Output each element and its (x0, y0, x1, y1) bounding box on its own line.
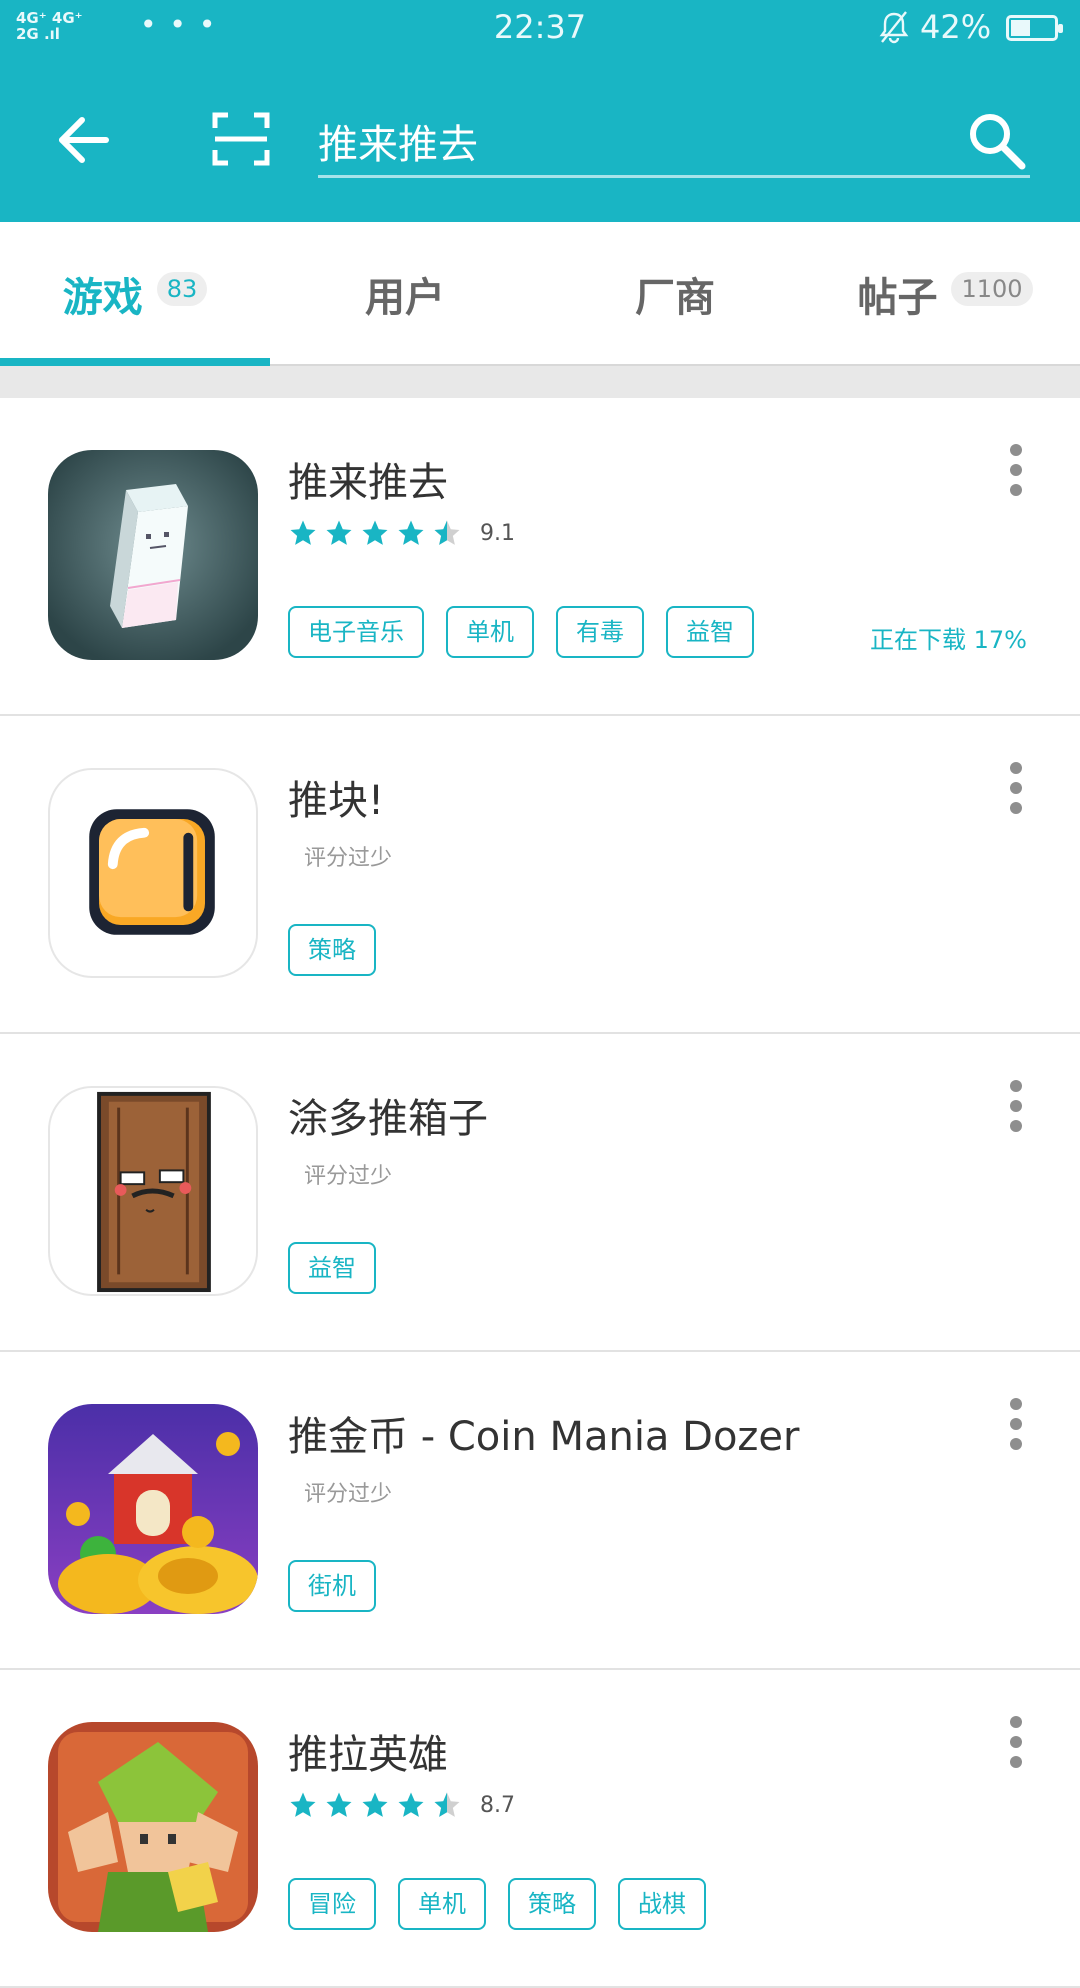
tag-list: 策略 (288, 924, 398, 976)
list-item[interactable]: 推拉英雄 8.7 冒险 单机 策略 战棋 (0, 1670, 1080, 1988)
clock: 22:37 (493, 8, 587, 46)
more-options-icon[interactable] (1004, 444, 1028, 500)
app-name: 推拉英雄 (288, 1732, 448, 1778)
app-icon (48, 768, 258, 978)
download-status[interactable]: 正在下载 17% (870, 620, 1027, 655)
tab-count-badge: 1100 (951, 272, 1033, 306)
tag-list: 益智 (288, 1242, 398, 1294)
tag-list: 街机 (288, 1560, 398, 1612)
tag-list: 电子音乐 单机 有毒 益智 (288, 606, 776, 658)
tag-chip[interactable]: 益智 (288, 1242, 376, 1294)
star-icon (326, 1792, 352, 1817)
tab-games[interactable]: 游戏 83 (0, 222, 270, 366)
tag-chip[interactable]: 策略 (288, 924, 376, 976)
list-item[interactable]: 推金币 - Coin Mania Dozer 评分过少 街机 (0, 1352, 1080, 1670)
star-icon (362, 520, 388, 545)
tag-chip[interactable]: 电子音乐 (288, 606, 424, 658)
more-options-icon[interactable] (1004, 1398, 1028, 1454)
tab-users[interactable]: 用户 (270, 222, 540, 366)
tab-label: 用户 (365, 275, 445, 321)
search-toolbar (0, 56, 1080, 222)
tab-label: 厂商 (635, 275, 715, 321)
status-bar: 4G⁺ 4G⁺ 2G .ıl • • • 22:37 42% (0, 0, 1080, 56)
battery-percent: 42% (920, 8, 992, 46)
tag-chip[interactable]: 策略 (508, 1878, 596, 1930)
star-icon (326, 520, 352, 545)
scan-icon[interactable] (212, 110, 270, 168)
star-icon (398, 520, 424, 545)
app-icon (48, 1404, 258, 1614)
tag-chip[interactable]: 冒险 (288, 1878, 376, 1930)
tag-chip[interactable]: 单机 (446, 606, 534, 658)
rating-insufficient: 评分过少 (304, 846, 393, 871)
app-name: 涂多推箱子 (288, 1096, 488, 1142)
section-divider (0, 366, 1080, 398)
tab-posts[interactable]: 帖子 1100 (810, 222, 1080, 366)
tag-chip[interactable]: 街机 (288, 1560, 376, 1612)
back-arrow-icon[interactable] (52, 108, 116, 172)
app-icon (48, 1086, 258, 1296)
more-options-icon[interactable] (1004, 762, 1028, 818)
search-input[interactable] (318, 106, 1030, 178)
tag-chip[interactable]: 有毒 (556, 606, 644, 658)
app-icon (48, 450, 258, 660)
battery-icon (1006, 15, 1063, 41)
tag-chip[interactable]: 单机 (398, 1878, 486, 1930)
rating-score: 8.7 (480, 1792, 515, 1818)
tab-indicator (0, 358, 270, 366)
tab-label: 帖子 (857, 275, 938, 321)
star-icon (362, 1792, 388, 1817)
game-result-list: 推来推去 9.1 电子音乐 单机 有毒 益智 正在下载 17% 推块! 评分过少… (0, 398, 1080, 1988)
more-options-icon[interactable] (1004, 1716, 1028, 1772)
star-rating: 8.7 (288, 1790, 515, 1820)
star-icon (398, 1792, 424, 1817)
tag-list: 冒险 单机 策略 战棋 (288, 1878, 728, 1930)
rating-insufficient: 评分过少 (304, 1164, 393, 1189)
tab-count-badge: 83 (156, 272, 208, 306)
app-name: 推块! (288, 778, 385, 824)
app-name: 推金币 - Coin Mania Dozer (288, 1414, 800, 1460)
tag-chip[interactable]: 战棋 (618, 1878, 706, 1930)
list-item[interactable]: 推来推去 9.1 电子音乐 单机 有毒 益智 正在下载 17% (0, 398, 1080, 716)
search-icon[interactable] (964, 108, 1028, 172)
star-rating: 9.1 (288, 518, 515, 548)
half-star-icon (434, 1792, 460, 1817)
half-star-icon (434, 520, 460, 545)
star-icon (290, 1792, 316, 1817)
tab-vendors[interactable]: 厂商 (540, 222, 810, 366)
tag-chip[interactable]: 益智 (666, 606, 754, 658)
list-item[interactable]: 涂多推箱子 评分过少 益智 (0, 1034, 1080, 1352)
app-icon (48, 1722, 258, 1932)
star-icon (290, 520, 316, 545)
result-tabs: 游戏 83 用户 厂商 帖子 1100 (0, 222, 1080, 366)
rating-insufficient: 评分过少 (304, 1482, 393, 1507)
tab-label: 游戏 (62, 275, 143, 321)
more-options-icon[interactable] (1004, 1080, 1028, 1136)
rating-score: 9.1 (480, 520, 515, 546)
list-item[interactable]: 推块! 评分过少 策略 (0, 716, 1080, 1034)
mute-bell-icon (879, 11, 909, 44)
app-name: 推来推去 (288, 460, 448, 506)
